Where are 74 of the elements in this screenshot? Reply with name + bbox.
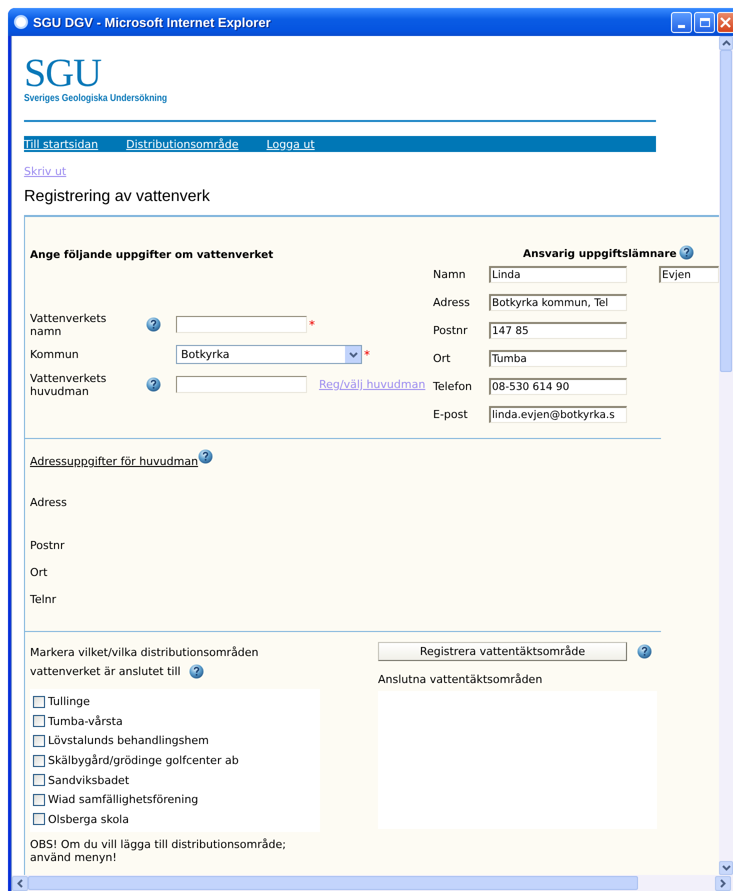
required-mark: * [364,348,370,362]
checkbox-label[interactable]: Sandviksbadet [48,774,130,787]
checkbox-label[interactable]: Olsberga skola [48,812,129,826]
text-field[interactable]: 08-530 614 90 [489,378,627,395]
checkbox[interactable] [33,774,45,786]
help-icon[interactable] [678,245,694,260]
field-label: Postnr [30,539,66,552]
logo: SGU [24,56,102,90]
close-icon [719,16,732,28]
checkbox[interactable] [33,754,45,767]
field-label: Telefon [432,380,474,393]
register-button[interactable]: Registrera vattentäktsområde [378,642,627,661]
checkbox-label[interactable]: Wiad samfällighetsförening [48,793,198,806]
field-label: E-post [432,408,469,421]
minimize-button[interactable] [671,12,692,32]
kommun-dropdown[interactable]: Botkyrka [176,345,362,364]
help-icon[interactable] [637,644,652,659]
checkbox[interactable] [33,696,45,708]
field-label: Kommun [30,348,80,361]
field-label: Adress [30,496,68,509]
checkbox-label[interactable]: Tullinge [48,695,90,708]
text-field[interactable]: 147 85 [489,322,627,339]
instruction-text: Markera vilket/vilka distributionsområden [30,646,260,659]
scroll-up-button[interactable] [719,36,733,50]
help-icon[interactable] [146,317,160,332]
checkbox-label[interactable]: Tumba-vårsta [48,714,123,728]
text-field[interactable]: Botkyrka kommun, Tel [489,294,627,311]
scroll-right-button[interactable] [715,876,731,890]
checkbox[interactable] [33,734,45,747]
text-field[interactable]: Linda [489,266,627,283]
text-field[interactable]: Tumba [489,350,627,367]
required-mark: * [309,318,315,332]
nav-link[interactable]: Logga ut [266,138,315,150]
checkbox[interactable] [33,794,45,806]
checkbox[interactable] [33,813,45,826]
list-heading: Anslutna vattentäktsområden [378,673,544,686]
field-label: Ort [432,352,452,365]
scroll-down-button[interactable] [719,861,733,875]
field-label: Telnr [30,593,58,606]
field-label: Postnr [432,324,469,337]
nav-link[interactable]: Distributionsområde [126,138,239,150]
nav-link[interactable]: Till startsidan [24,138,98,150]
scroll-left-button[interactable] [12,876,28,890]
section-heading: Ange följande uppgifter om vattenverket [30,249,274,261]
field-label: Ort [30,566,48,579]
text-field[interactable] [176,316,307,333]
field-label: Vattenverkets namn [30,312,108,338]
field-label: Namn [432,268,467,281]
caret-left-icon [17,878,23,888]
help-icon[interactable] [198,449,214,464]
field-label: Vattenverkets huvudman [30,372,108,398]
window-title: SGU DGV - Microsoft Internet Explorer [33,14,272,30]
maximize-button[interactable] [694,12,715,32]
caret-up-icon [722,40,730,46]
close-button[interactable] [717,12,733,32]
text-field[interactable] [176,376,307,393]
browser-icon [14,15,28,29]
text-field[interactable]: Evjen [659,266,719,283]
help-icon[interactable] [146,377,160,392]
caret-right-icon [720,878,726,888]
page-heading: Registrering av vattenverk [24,188,211,206]
section-heading: Adressuppgifter för huvudman [30,455,198,468]
logo-subtitle: Sveriges Geologiska Undersökning [24,93,168,104]
caret-down-icon [722,865,730,871]
section-heading: Ansvarig uppgiftslämnare [523,248,677,260]
checkbox-label[interactable]: Lövstalunds behandlingshem [48,734,209,748]
checkbox[interactable] [33,715,45,728]
checkbox-label[interactable]: Skälbygård/grödinge golfcenter ab [48,754,239,768]
help-icon[interactable] [188,664,204,679]
text-field[interactable]: linda.evjen@botkyrka.s [489,406,627,423]
field-label: Adress [432,296,471,309]
note-text: OBS! Om du vill lägga till distributionsområde; använd menyn! [30,838,287,864]
instruction-text: vattenverket är anslutet till [30,665,181,678]
horizontal-scrollbar[interactable] [12,875,733,891]
